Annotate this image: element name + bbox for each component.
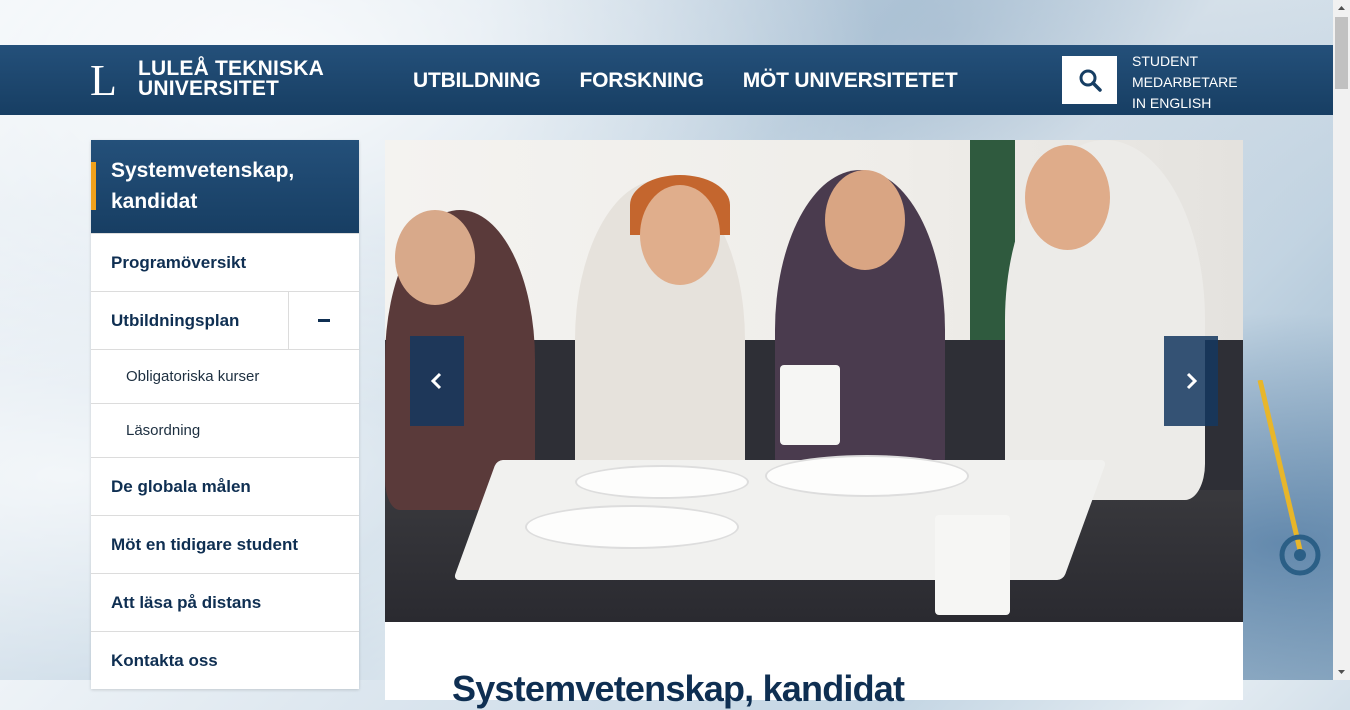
sidebar-menu: Systemvetenskap, kandidat Programöversik… <box>91 140 359 689</box>
sidebar-item-programoversikt[interactable]: Programöversikt <box>91 233 359 291</box>
sidebar-item-label: Utbildningsplan <box>111 311 240 330</box>
sidebar-title-text: Systemvetenskap, kandidat <box>111 159 295 213</box>
vertical-scrollbar[interactable] <box>1333 0 1350 680</box>
university-logo-text[interactable]: LULEÅ TEKNISKA UNIVERSITET <box>138 57 324 100</box>
main-nav: UTBILDNING FORSKNING MÖT UNIVERSITETET <box>413 69 958 93</box>
photo-plate <box>525 505 739 549</box>
collapse-toggle-button[interactable] <box>288 292 359 349</box>
sidebar-item-label: Möt en tidigare student <box>111 535 298 554</box>
photo-face <box>640 185 720 285</box>
photo-cup <box>780 365 840 445</box>
quick-link-student[interactable]: STUDENT <box>1132 51 1238 72</box>
quick-links: STUDENT MEDARBETARE IN ENGLISH <box>1132 51 1238 114</box>
photo-face <box>1025 145 1110 250</box>
photo-face <box>395 210 475 305</box>
sidebar-item-tidigare-student[interactable]: Möt en tidigare student <box>91 515 359 573</box>
sidebar-item-label: De globala målen <box>111 477 251 496</box>
photo-plate <box>765 455 969 497</box>
chevron-right-icon <box>1186 372 1198 390</box>
scrollbar-thumb[interactable] <box>1335 17 1348 89</box>
hero-image-slider <box>385 140 1243 622</box>
chevron-left-icon <box>430 372 442 390</box>
sidebar-item-label: Kontakta oss <box>111 651 218 670</box>
sidebar-item-label: Programöversikt <box>111 253 247 272</box>
main-content: Systemvetenskap, kandidat <box>385 140 1243 709</box>
photo-face <box>825 170 905 270</box>
sidebar-item-globala-malen[interactable]: De globala målen <box>91 457 359 515</box>
nav-mot-universitetet[interactable]: MÖT UNIVERSITETET <box>743 69 958 93</box>
logo-line-2: UNIVERSITET <box>138 77 280 100</box>
minus-icon <box>318 319 330 322</box>
search-icon <box>1079 69 1102 92</box>
sidebar-item-distans[interactable]: Att läsa på distans <box>91 573 359 631</box>
quick-link-in-english[interactable]: IN ENGLISH <box>1132 93 1238 114</box>
ski-pole-decoration <box>1257 380 1321 576</box>
sidebar-item-kontakta-oss[interactable]: Kontakta oss <box>91 631 359 689</box>
scroll-up-arrow-icon[interactable] <box>1333 0 1350 17</box>
quick-link-medarbetare[interactable]: MEDARBETARE <box>1132 72 1238 93</box>
sidebar-item-utbildningsplan[interactable]: Utbildningsplan <box>91 291 359 349</box>
sidebar-subitem-label: Läsordning <box>126 422 201 439</box>
nav-forskning[interactable]: FORSKNING <box>580 69 704 93</box>
logo-line-1: LULEÅ TEKNISKA <box>138 57 324 80</box>
slider-prev-button[interactable] <box>410 336 464 426</box>
sidebar-subitem-obligatoriska-kurser[interactable]: Obligatoriska kurser <box>91 349 359 403</box>
site-header: L LULEÅ TEKNISKA UNIVERSITET UTBILDNING … <box>0 45 1333 115</box>
scroll-down-arrow-icon[interactable] <box>1333 663 1350 680</box>
search-button[interactable] <box>1062 56 1117 104</box>
photo-cup <box>935 515 1010 615</box>
active-indicator <box>91 162 96 210</box>
slider-next-button[interactable] <box>1164 336 1218 426</box>
photo-plate <box>575 465 749 499</box>
page-title: Systemvetenskap, kandidat <box>452 668 905 710</box>
sidebar-subitem-label: Obligatoriska kurser <box>126 368 260 385</box>
sidebar-title[interactable]: Systemvetenskap, kandidat <box>91 140 359 233</box>
nav-utbildning[interactable]: UTBILDNING <box>413 69 541 93</box>
sidebar-item-label: Att läsa på distans <box>111 593 262 612</box>
sidebar-subitem-lasordning[interactable]: Läsordning <box>91 403 359 457</box>
university-logo-mark[interactable]: L <box>90 59 126 103</box>
